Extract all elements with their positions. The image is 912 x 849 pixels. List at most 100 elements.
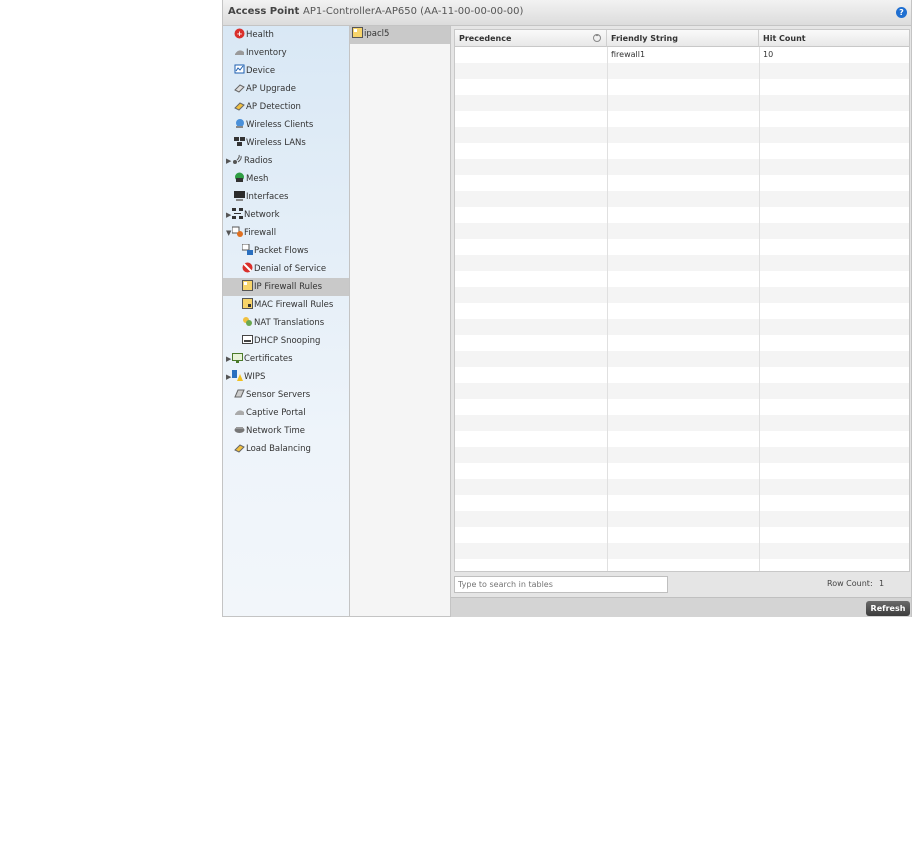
sidebar-item-certificates[interactable]: ▶ Certificates: [223, 350, 349, 368]
firewall-icon: [231, 226, 243, 237]
sidebar-item-radios[interactable]: ▶ Radios: [223, 152, 349, 170]
table-row: [455, 79, 909, 95]
sidebar-item-wireless-lans[interactable]: Wireless LANs: [223, 134, 349, 152]
table-row: [455, 223, 909, 239]
sidebar-item-label: Captive Portal: [246, 408, 306, 418]
table-row: [455, 463, 909, 479]
sidebar-item-label: Device: [246, 66, 276, 76]
captive-portal-icon: [234, 406, 245, 417]
table-cell: firewall1: [611, 50, 646, 59]
sidebar-item-inventory[interactable]: Inventory: [223, 44, 349, 62]
ip-firewall-rules-icon: [352, 27, 363, 38]
sidebar-nav: + Health Inventory Device AP Upgrade AP Detec…: [223, 26, 350, 616]
sidebar-item-dhcp-snooping[interactable]: DHCP Snooping: [223, 332, 349, 350]
sidebar-item-label: Health: [246, 30, 274, 40]
sidebar-item-label: Interfaces: [246, 192, 289, 202]
sidebar-item-wireless-clients[interactable]: Wireless Clients: [223, 116, 349, 134]
sidebar-item-network-time[interactable]: Network Time: [223, 422, 349, 440]
denial-of-service-icon: [242, 262, 253, 273]
packet-flows-icon: [241, 243, 253, 255]
sidebar-item-label: Network Time: [246, 426, 305, 436]
sidebar-item-label: DHCP Snooping: [254, 336, 321, 346]
sidebar-item-packet-flows[interactable]: Packet Flows: [223, 242, 349, 260]
sidebar-item-label: Mesh: [246, 174, 269, 184]
sidebar-item-label: WIPS: [244, 372, 266, 382]
sidebar-item-nat-translations[interactable]: NAT Translations: [223, 314, 349, 332]
data-table: Precedence ⌃ Friendly String Hit Count f…: [454, 29, 910, 572]
ip-firewall-rules-icon: [242, 280, 253, 291]
sidebar-item-captive-portal[interactable]: Captive Portal: [223, 404, 349, 422]
certificates-icon: [232, 352, 243, 363]
mac-firewall-rules-icon: [242, 298, 253, 309]
device-icon: [234, 64, 245, 75]
table-row: [455, 239, 909, 255]
sidebar-item-label: Network: [244, 210, 280, 220]
sort-ascending-icon[interactable]: ⌃: [593, 34, 601, 42]
sidebar-item-label: Denial of Service: [254, 264, 327, 274]
sidebar-item-load-balancing[interactable]: Load Balancing: [223, 440, 349, 458]
row-count-label: Row Count:: [827, 579, 873, 588]
wips-icon: [232, 370, 243, 381]
content-pane: Precedence ⌃ Friendly String Hit Count f…: [451, 26, 911, 617]
sidebar-item-health[interactable]: + Health: [223, 26, 349, 44]
svg-text:+: +: [237, 30, 243, 38]
table-row: [455, 95, 909, 111]
sidebar-item-wips[interactable]: ▶ WIPS: [223, 368, 349, 386]
table-row: [455, 335, 909, 351]
table-row[interactable]: firewall1 10: [455, 47, 909, 63]
sidebar-item-device[interactable]: Device: [223, 62, 349, 80]
table-row: [455, 543, 909, 559]
help-icon[interactable]: ?: [896, 7, 907, 18]
acl-list-item[interactable]: ipacl5: [350, 26, 450, 44]
sidebar-item-label: Inventory: [246, 48, 287, 58]
column-divider: [607, 47, 608, 571]
network-icon: [232, 208, 243, 219]
table-row: [455, 447, 909, 463]
table-row: [455, 495, 909, 511]
sidebar-item-mac-firewall-rules[interactable]: MAC Firewall Rules: [223, 296, 349, 314]
refresh-button[interactable]: Refresh: [866, 601, 910, 616]
table-row: [455, 287, 909, 303]
acl-list-item-label: ipacl5: [364, 29, 390, 39]
sidebar-item-sensor-servers[interactable]: Sensor Servers: [223, 386, 349, 404]
column-header-friendly-string[interactable]: Friendly String: [607, 30, 759, 47]
main-window: Access Point AP1-ControllerA-AP650 (AA-1…: [222, 0, 912, 617]
sidebar-item-label: Certificates: [244, 354, 293, 364]
radios-icon: [232, 154, 243, 165]
sidebar-item-label: Sensor Servers: [246, 390, 311, 400]
ap-upgrade-icon: [234, 82, 245, 93]
sensor-servers-icon: [234, 388, 245, 399]
table-row: [455, 159, 909, 175]
sidebar-item-denial-of-service[interactable]: Denial of Service: [223, 260, 349, 278]
sidebar-item-label: AP Detection: [246, 102, 301, 112]
sidebar-item-label: Wireless Clients: [246, 120, 314, 130]
wireless-clients-icon: [234, 118, 245, 129]
page-title: Access Point: [228, 6, 300, 17]
sidebar-item-mesh[interactable]: Mesh: [223, 170, 349, 188]
column-header-precedence[interactable]: Precedence ⌃: [455, 30, 607, 47]
table-cell: 10: [763, 50, 774, 59]
table-row: [455, 191, 909, 207]
sidebar-item-label: Firewall: [244, 228, 277, 238]
table-row: [455, 175, 909, 191]
wireless-lans-icon: [234, 136, 245, 147]
search-input[interactable]: [454, 576, 668, 593]
table-row: [455, 319, 909, 335]
title-bar: Access Point AP1-ControllerA-AP650 (AA-1…: [223, 0, 911, 26]
sidebar-item-label: Packet Flows: [254, 246, 309, 256]
sidebar-item-ap-upgrade[interactable]: AP Upgrade: [223, 80, 349, 98]
interfaces-icon: [234, 190, 245, 201]
sidebar-item-firewall[interactable]: ▼ Firewall: [223, 224, 349, 242]
table-row: [455, 415, 909, 431]
table-row: [455, 399, 909, 415]
sidebar-item-network[interactable]: ▶ Network: [223, 206, 349, 224]
health-icon: +: [234, 28, 245, 39]
sidebar-item-ip-firewall-rules[interactable]: IP Firewall Rules: [223, 278, 349, 296]
column-header-hit-count[interactable]: Hit Count: [759, 30, 909, 47]
device-name: AP1-ControllerA-AP650 (AA-11-00-00-00-00…: [303, 6, 524, 17]
sidebar-item-interfaces[interactable]: Interfaces: [223, 188, 349, 206]
row-count-value: 1: [879, 579, 885, 588]
inventory-icon: [234, 46, 245, 57]
nat-translations-icon: [242, 316, 253, 327]
sidebar-item-ap-detection[interactable]: AP Detection: [223, 98, 349, 116]
